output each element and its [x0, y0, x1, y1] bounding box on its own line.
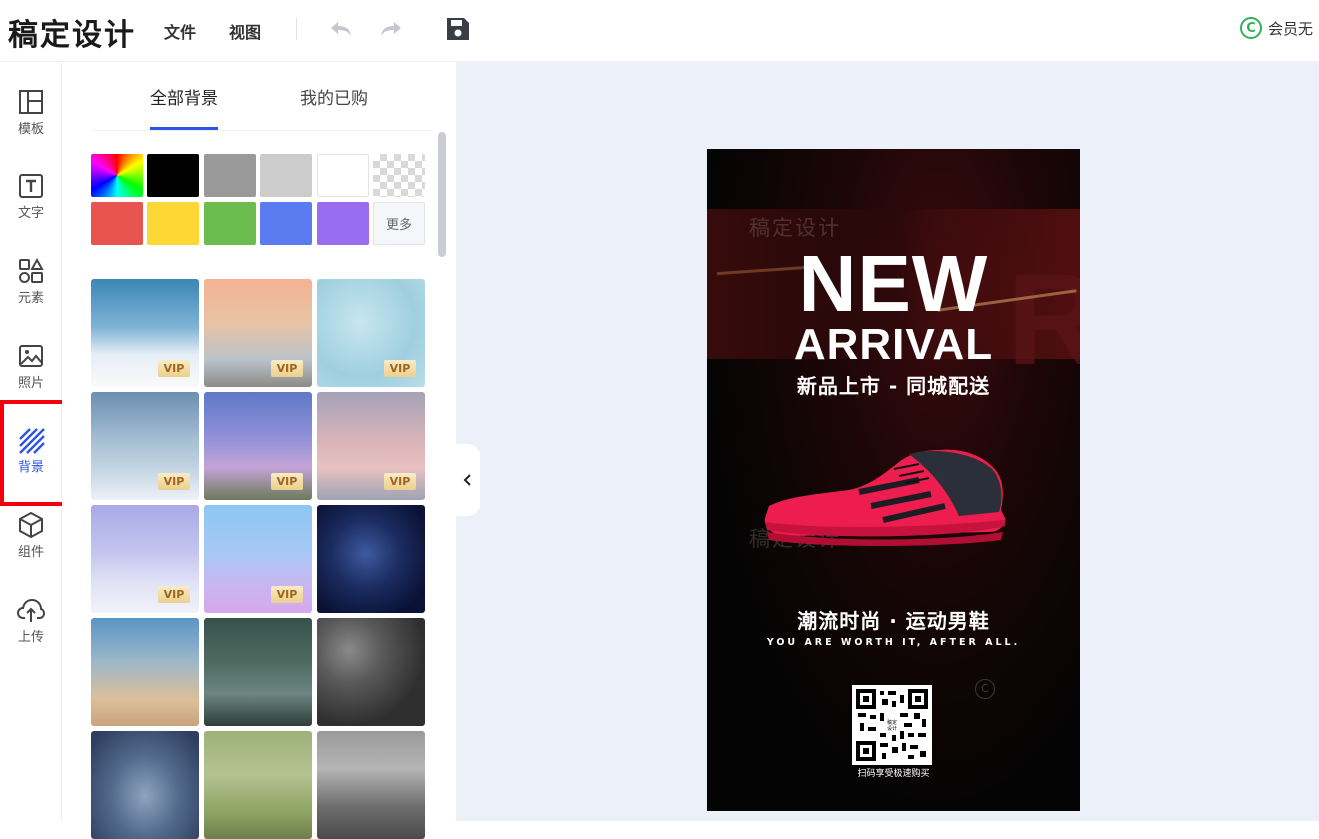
color-swatch-green[interactable]: [204, 202, 256, 245]
background-thumbnail[interactable]: [317, 505, 425, 613]
background-thumbnail[interactable]: [91, 731, 199, 839]
undo-icon[interactable]: [327, 15, 355, 43]
panel-scrollbar[interactable]: [438, 132, 446, 257]
background-thumbnail[interactable]: [317, 618, 425, 726]
vip-badge: VIP: [158, 360, 190, 377]
vip-badge: VIP: [158, 473, 190, 490]
sneaker-image[interactable]: [759, 444, 1009, 549]
save-icon[interactable]: [444, 15, 472, 43]
vip-badge: VIP: [384, 360, 416, 377]
sidebar-item-label: 文字: [17, 206, 44, 221]
menu-view[interactable]: 视图: [229, 19, 261, 43]
vip-badge: VIP: [271, 473, 303, 490]
background-thumbnail[interactable]: [317, 731, 425, 839]
background-panel: 全部背景 我的已购 更多 VIP VIP VIP VIP VIP VIP VIP…: [62, 62, 456, 839]
chevron-left-icon: [463, 474, 471, 486]
qr-code-label[interactable]: 扫码享受极速购买: [707, 766, 1080, 779]
watermark: 稿定设计: [749, 216, 841, 240]
background-thumbnail[interactable]: VIP: [204, 279, 312, 387]
poster-subtitle[interactable]: 新品上市 - 同城配送: [707, 370, 1080, 399]
background-thumbnail[interactable]: VIP: [91, 392, 199, 500]
sidebar-item-elements[interactable]: 元素: [0, 231, 62, 311]
background-thumbnail[interactable]: VIP: [204, 392, 312, 500]
text-icon: [19, 174, 43, 198]
top-bar: 稿定设计 文件 视图 C 会员无: [0, 0, 1319, 62]
vip-badge: VIP: [384, 473, 416, 490]
background-thumbnail[interactable]: VIP: [204, 505, 312, 613]
design-poster[interactable]: R 稿定设计 稿定设计 NEW ARRIVAL 新品上市 - 同城配送 潮流时尚…: [707, 149, 1080, 811]
background-thumbnail[interactable]: VIP: [317, 392, 425, 500]
qr-code-icon: 稿定 设计: [856, 689, 928, 761]
copyright-watermark-icon: C: [975, 679, 995, 699]
sidebar-item-label: 模板: [17, 122, 44, 137]
color-swatch-transparent[interactable]: [373, 154, 425, 197]
poster-slogan[interactable]: 潮流时尚 · 运动男鞋: [707, 605, 1080, 634]
vip-status[interactable]: C 会员无: [1240, 17, 1313, 39]
vip-badge: VIP: [271, 360, 303, 377]
menu-file[interactable]: 文件: [164, 19, 196, 43]
more-colors-button[interactable]: 更多: [373, 202, 425, 245]
color-swatch-blue[interactable]: [260, 202, 312, 245]
color-swatch-yellow[interactable]: [147, 202, 199, 245]
layout-icon: [19, 90, 43, 114]
redo-icon[interactable]: [377, 15, 405, 43]
sidebar-item-label: 元素: [17, 291, 44, 306]
brand-logo[interactable]: 稿定设计: [8, 10, 136, 54]
color-swatch-red[interactable]: [91, 202, 143, 245]
sidebar-item-label: 组件: [17, 545, 44, 560]
color-swatch-gray[interactable]: [204, 154, 256, 197]
image-icon: [19, 345, 43, 367]
svg-text:稿定: 稿定: [887, 719, 897, 726]
sidebar-item-text[interactable]: 文字: [0, 146, 62, 226]
sidebar-item-template[interactable]: 模板: [0, 62, 62, 142]
qr-code[interactable]: 稿定 设计: [852, 685, 932, 765]
background-thumbnail[interactable]: [204, 618, 312, 726]
color-swatch-purple[interactable]: [317, 202, 369, 245]
vip-badge: VIP: [158, 586, 190, 603]
shapes-icon: [19, 257, 44, 283]
tab-all-backgrounds[interactable]: 全部背景: [150, 84, 218, 109]
collapse-panel-button[interactable]: [456, 444, 480, 516]
cloud-upload-icon: [17, 598, 45, 622]
tab-divider: [92, 130, 432, 131]
poster-headline[interactable]: NEW: [707, 241, 1080, 327]
color-swatch-white[interactable]: [317, 154, 369, 197]
vip-badge: VIP: [271, 586, 303, 603]
sidebar-item-label: 上传: [17, 630, 44, 645]
poster-headline-2[interactable]: ARRIVAL: [707, 321, 1080, 369]
color-swatch-black[interactable]: [147, 154, 199, 197]
color-swatch-rainbow[interactable]: [91, 154, 143, 197]
background-thumbnail[interactable]: [204, 731, 312, 839]
toolbar-divider: [296, 18, 297, 40]
background-thumbnail[interactable]: VIP: [91, 505, 199, 613]
svg-text:设计: 设计: [887, 725, 897, 732]
copyright-icon: C: [1240, 17, 1262, 39]
tab-my-purchased[interactable]: 我的已购: [300, 84, 368, 109]
sidebar-item-label: 照片: [17, 376, 44, 391]
cube-icon: [19, 511, 43, 539]
background-thumbnail[interactable]: VIP: [317, 279, 425, 387]
color-swatch-light-gray[interactable]: [260, 154, 312, 197]
sidebar-item-upload[interactable]: 上传: [0, 570, 62, 650]
background-thumbnail[interactable]: VIP: [91, 279, 199, 387]
vip-status-label: 会员无: [1268, 19, 1314, 38]
tab-active-indicator: [150, 127, 218, 130]
poster-tagline[interactable]: YOU ARE WORTH IT, AFTER ALL.: [707, 637, 1080, 648]
background-thumbnail[interactable]: [91, 618, 199, 726]
sidebar-item-photo[interactable]: 照片: [0, 316, 62, 396]
